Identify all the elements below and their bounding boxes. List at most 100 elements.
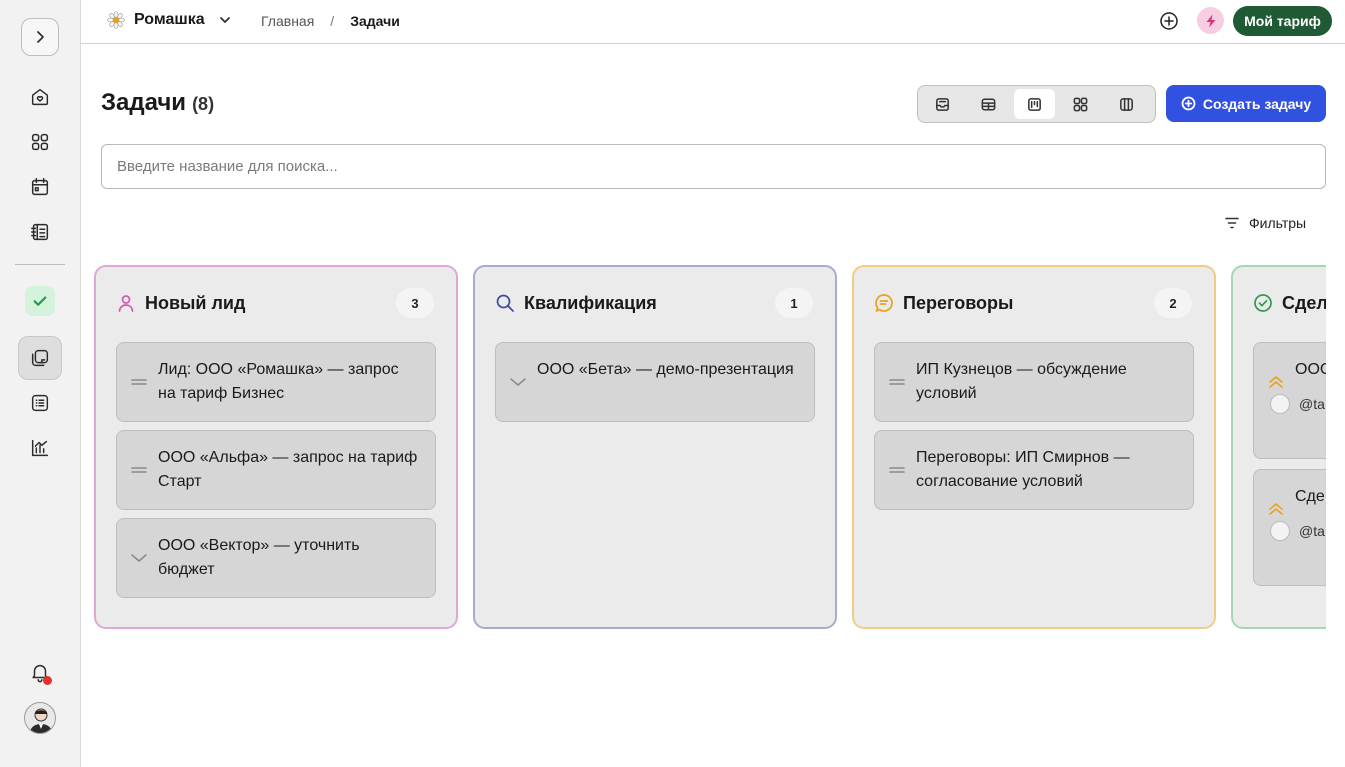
task-card[interactable]: Сде под @ta xyxy=(1253,469,1326,586)
notifications-button[interactable] xyxy=(18,650,62,694)
search-icon xyxy=(495,293,515,313)
tasks-check-icon xyxy=(33,296,47,306)
view-inbox-button[interactable] xyxy=(922,89,964,119)
chevron-down-icon xyxy=(219,17,230,23)
contacts-book-icon xyxy=(31,223,49,241)
task-title: Лид: ООО «Ромашка» — запрос на тариф Биз… xyxy=(158,361,399,402)
create-task-button[interactable]: Создать задачу xyxy=(1166,85,1326,122)
breadcrumb: Главная / Задачи xyxy=(261,13,400,29)
list-icon xyxy=(31,394,49,412)
assignee: @ta xyxy=(1270,521,1326,541)
sidebar-item-tasks[interactable] xyxy=(25,286,55,316)
view-columns-button[interactable] xyxy=(1105,89,1147,119)
view-table-button[interactable] xyxy=(968,89,1010,119)
column-header: Новый лид 3 xyxy=(116,288,436,318)
home-icon xyxy=(31,88,49,106)
task-title: ООО «Бета» — демо-презентация xyxy=(537,361,794,378)
sidebar-item-apps[interactable] xyxy=(18,120,62,164)
company-switcher[interactable]: Ромашка xyxy=(107,11,232,29)
plus-circle-icon xyxy=(1160,12,1178,30)
priority-low-icon xyxy=(509,373,527,391)
chamomile-logo-icon xyxy=(107,11,125,29)
priority-medium-icon xyxy=(130,373,148,391)
kanban-column: Переговоры 2 ИП Кузнецов — обсуждение ус… xyxy=(852,265,1216,629)
priority-high-icon xyxy=(1267,373,1285,391)
user-avatar[interactable] xyxy=(24,702,56,734)
breadcrumb-current: Задачи xyxy=(350,13,400,29)
sidebar xyxy=(0,0,81,767)
kanban-column: Квалификация 1 ООО «Бета» — демо-презент… xyxy=(473,265,837,629)
kanban-column: Новый лид 3 Лид: ООО «Ромашка» — запрос … xyxy=(94,265,458,629)
view-kanban-button[interactable] xyxy=(1013,89,1056,119)
priority-high-icon xyxy=(1267,500,1285,518)
column-header: Квалификация 1 xyxy=(495,288,815,318)
priority-low-icon xyxy=(130,549,148,567)
priority-medium-icon xyxy=(130,461,148,479)
breadcrumb-home-link[interactable]: Главная xyxy=(261,13,314,29)
sidebar-item-calendar[interactable] xyxy=(18,165,62,209)
view-switcher xyxy=(917,85,1156,123)
kanban-view-icon xyxy=(1028,97,1041,111)
sidebar-item-notes[interactable] xyxy=(18,336,62,380)
apps-grid-icon xyxy=(31,133,49,151)
task-card[interactable]: ООО «Бета» — демо-презентация xyxy=(495,342,815,422)
task-card[interactable]: Лид: ООО «Ромашка» — запрос на тариф Биз… xyxy=(116,342,436,422)
analytics-chart-icon xyxy=(31,439,49,457)
column-title: Новый лид xyxy=(145,292,246,313)
assignee: @ta xyxy=(1270,394,1326,414)
columns-view-icon xyxy=(1119,97,1133,111)
sidebar-expand-button[interactable] xyxy=(21,18,59,56)
task-card[interactable]: ООС дого @ta xyxy=(1253,342,1326,459)
user-avatar-icon xyxy=(29,708,53,733)
page-title: Задачи (8) xyxy=(101,89,214,117)
task-title: Сде под xyxy=(1295,488,1326,505)
task-title: ООС дого xyxy=(1295,361,1326,378)
kanban-column: Сдел ООС дого @ta Сде под @ta xyxy=(1231,265,1326,629)
task-title: Переговоры: ИП Смирнов — согласование ус… xyxy=(916,449,1130,490)
calendar-icon xyxy=(31,178,49,196)
notification-badge xyxy=(43,676,52,685)
quick-add-button[interactable] xyxy=(1159,11,1179,31)
sidebar-item-contacts[interactable] xyxy=(18,210,62,254)
task-card[interactable]: Переговоры: ИП Смирнов — согласование ус… xyxy=(874,430,1194,510)
filters-label: Фильтры xyxy=(1249,215,1307,231)
task-title: ООО «Вектор» — уточнить бюджет xyxy=(158,537,360,578)
topbar: Ромашка Главная / Задачи Мой тариф xyxy=(81,0,1345,44)
chat-icon xyxy=(874,293,894,313)
priority-medium-icon xyxy=(888,373,906,391)
search-input[interactable] xyxy=(101,144,1326,189)
notes-icon xyxy=(31,349,49,367)
table-view-icon xyxy=(981,98,996,110)
assignee-handle: @ta xyxy=(1299,523,1325,539)
task-card[interactable]: ООО «Вектор» — уточнить бюджет xyxy=(116,518,436,598)
sidebar-item-home[interactable] xyxy=(18,75,62,119)
assignee-avatar xyxy=(1270,394,1290,414)
column-count: 2 xyxy=(1154,288,1192,318)
my-plan-button[interactable]: Мой тариф xyxy=(1233,6,1332,36)
column-title: Квалификация xyxy=(524,292,657,313)
upgrade-button[interactable] xyxy=(1197,7,1224,34)
column-title: Сдел xyxy=(1282,292,1326,313)
priority-medium-icon xyxy=(888,461,906,479)
assignee-handle: @ta xyxy=(1299,396,1325,412)
task-card[interactable]: ООО «Альфа» — запрос на тариф Старт xyxy=(116,430,436,510)
view-grid-button[interactable] xyxy=(1059,89,1101,119)
sidebar-divider xyxy=(15,264,65,265)
filters-button[interactable]: Фильтры xyxy=(1224,215,1306,231)
create-task-label: Создать задачу xyxy=(1202,95,1312,112)
sidebar-item-analytics[interactable] xyxy=(18,426,62,470)
person-icon xyxy=(116,293,136,313)
column-count: 1 xyxy=(775,288,813,318)
task-card[interactable]: ИП Кузнецов — обсуждение условий xyxy=(874,342,1194,422)
task-title: ООО «Альфа» — запрос на тариф Старт xyxy=(158,449,418,490)
plus-circle-icon xyxy=(1181,96,1196,111)
kanban-board: Новый лид 3 Лид: ООО «Ромашка» — запрос … xyxy=(94,265,1326,629)
column-title: Переговоры xyxy=(903,292,1014,313)
lightning-icon xyxy=(1206,14,1215,27)
task-count: (8) xyxy=(192,94,215,114)
check-circle-icon xyxy=(1253,293,1273,313)
company-name: Ромашка xyxy=(134,11,205,28)
sidebar-item-list[interactable] xyxy=(18,381,62,425)
chevron-right-icon xyxy=(37,31,44,43)
task-title: ИП Кузнецов — обсуждение условий xyxy=(916,361,1127,402)
